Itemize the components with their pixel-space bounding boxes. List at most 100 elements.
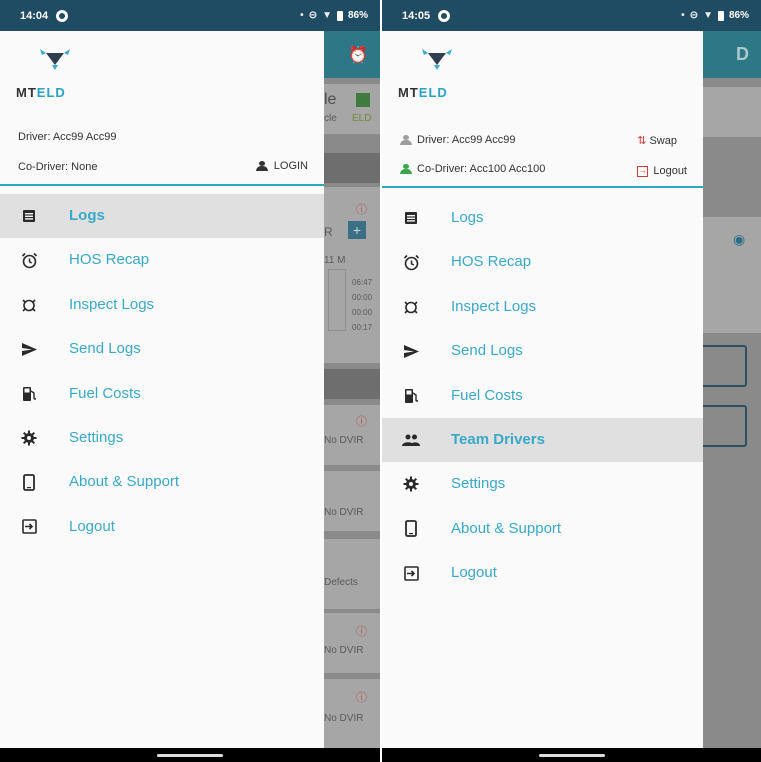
menu-item-label: HOS Recap: [451, 253, 532, 271]
logout-icon: [20, 518, 38, 536]
home-pill[interactable]: [157, 754, 223, 757]
background-card-0: [703, 87, 761, 137]
menu-item-logs[interactable]: Logs: [382, 196, 703, 240]
time-2: 00:00: [352, 308, 373, 317]
codriver-logout-button[interactable]: → Logout: [637, 165, 687, 177]
brand-text: MTELD: [398, 85, 448, 100]
menu-item-logs[interactable]: Logs: [0, 194, 324, 238]
background-dvir-card-1: [324, 471, 380, 531]
driver-name: Driver: Acc99 Acc99: [18, 131, 117, 143]
brand-accent: ELD: [36, 85, 66, 100]
home-pill[interactable]: [538, 754, 605, 757]
team-icon: [402, 431, 420, 449]
codriver-logout-label: Logout: [653, 165, 687, 177]
background-appbar: D: [703, 31, 761, 78]
status-bar: 14:05 • ⊝ ▼ 86%: [382, 0, 761, 31]
menu-item-logout[interactable]: Logout: [382, 551, 703, 595]
login-label: LOGIN: [273, 160, 308, 172]
alarm-clock-icon: [402, 253, 420, 271]
background-log-grid: [328, 269, 346, 331]
codriver-line: Co-Driver: None: [18, 161, 97, 173]
swap-icon: ⇅: [637, 135, 647, 147]
menu-item-about-support[interactable]: About & Support: [0, 460, 324, 504]
background-hours-label: 11 M: [324, 255, 346, 266]
time-3: 00:17: [352, 323, 373, 332]
battery-icon: [336, 10, 343, 21]
driver-line: Driver: Acc99 Acc99: [18, 131, 116, 143]
gesture-nav-bar: [0, 748, 380, 762]
menu-item-send-logs[interactable]: Send Logs: [0, 327, 324, 371]
gear-icon: [402, 475, 420, 493]
menu-item-label: About & Support: [451, 519, 562, 537]
swap-button[interactable]: ⇅ Swap: [637, 134, 677, 148]
logo-mark-icon: [422, 49, 452, 70]
battery-percent: 86%: [347, 10, 368, 21]
time-0: 06:47: [352, 278, 373, 287]
swap-label: Swap: [649, 134, 677, 147]
gesture-nav-bar: [382, 748, 761, 762]
menu-item-hos-recap[interactable]: HOS Recap: [0, 238, 324, 282]
menu-item-label: Settings: [451, 475, 506, 493]
menu-item-settings[interactable]: Settings: [0, 416, 324, 460]
logout-small-icon: →: [637, 165, 649, 177]
menu-item-send-logs[interactable]: Send Logs: [382, 329, 703, 373]
drawer-divider: [0, 184, 324, 186]
logo-mark-icon: [40, 49, 70, 70]
brand-prefix: MT: [16, 85, 37, 100]
menu-item-about-support[interactable]: About & Support: [382, 507, 703, 551]
navigation-drawer: MTELD Driver: Acc99 Acc99 Co-Driver: Non…: [0, 31, 324, 748]
notification-icon: [56, 9, 69, 22]
codriver-person-icon: [400, 164, 412, 174]
gear-icon: [20, 429, 38, 447]
wifi-icon: ▼: [703, 10, 713, 21]
dvir-warning-icon: ⓘ: [356, 416, 367, 428]
dnd-icon: ⊝: [689, 10, 699, 21]
status-time: 14:05: [402, 9, 431, 22]
battery-icon: [717, 10, 724, 21]
mteld-logo: MTELD: [398, 41, 488, 101]
warning-icon: ⓘ: [356, 204, 367, 216]
background-appbar-letter: D: [736, 44, 749, 64]
menu-item-label: Fuel Costs: [69, 384, 141, 402]
menu-item-fuel-costs[interactable]: Fuel Costs: [382, 374, 703, 418]
menu-item-label: Inspect Logs: [451, 297, 537, 315]
menu-item-inspect-logs[interactable]: Inspect Logs: [382, 285, 703, 329]
navigation-drawer: MTELD Driver: Acc99 Acc99 Co-Driver: Acc…: [382, 31, 703, 748]
vibrate-icon: •: [300, 10, 304, 21]
menu-item-team-drivers[interactable]: Team Drivers: [382, 418, 703, 462]
time-1: 00:00: [352, 293, 373, 302]
menu-item-inspect-logs[interactable]: Inspect Logs: [0, 283, 324, 327]
mteld-logo: MTELD: [16, 41, 106, 101]
menu-item-label: Logs: [451, 209, 484, 226]
status-time: 14:04: [20, 9, 49, 22]
brand-text: MTELD: [16, 85, 66, 100]
menu-item-hos-recap[interactable]: HOS Recap: [382, 240, 703, 284]
brand-prefix: MT: [398, 85, 419, 100]
inspection-icon: [402, 298, 420, 316]
brand-accent: ELD: [418, 85, 448, 100]
notification-icon: [438, 9, 451, 22]
background-vehicle-text: le: [324, 91, 337, 108]
dnd-icon: ⊝: [308, 10, 318, 21]
menu-item-logout[interactable]: Logout: [0, 505, 324, 549]
background-dvir-card-3: [324, 613, 380, 673]
dvir-warning-icon-4: ⓘ: [356, 692, 367, 704]
codriver-line: Co-Driver: Acc100 Acc100: [400, 163, 545, 175]
menu-item-fuel-costs[interactable]: Fuel Costs: [0, 372, 324, 416]
codriver-name: Co-Driver: None: [18, 161, 98, 173]
battery-percent: 86%: [728, 10, 749, 21]
login-button[interactable]: LOGIN: [255, 160, 308, 172]
phone-icon: [20, 473, 38, 491]
phone-icon: [402, 520, 420, 538]
background-dvir-card-2: [324, 539, 380, 609]
menu-item-settings[interactable]: Settings: [382, 462, 703, 506]
logout-icon: [402, 564, 420, 582]
background-appbar: ⏰: [324, 31, 380, 78]
dvir-status-2: Defects: [324, 577, 358, 588]
fuel-pump-icon: [402, 387, 420, 405]
background-section-header: [324, 153, 380, 183]
driver-line: Driver: Acc99 Acc99: [400, 134, 515, 146]
status-icons: • ⊝ ▼ 86%: [681, 10, 749, 21]
fuel-pump-icon: [20, 385, 38, 403]
screen-left: 14:04 • ⊝ ▼ 86% ⏰ le cle ELD ⓘ R + 11 M …: [0, 0, 380, 762]
